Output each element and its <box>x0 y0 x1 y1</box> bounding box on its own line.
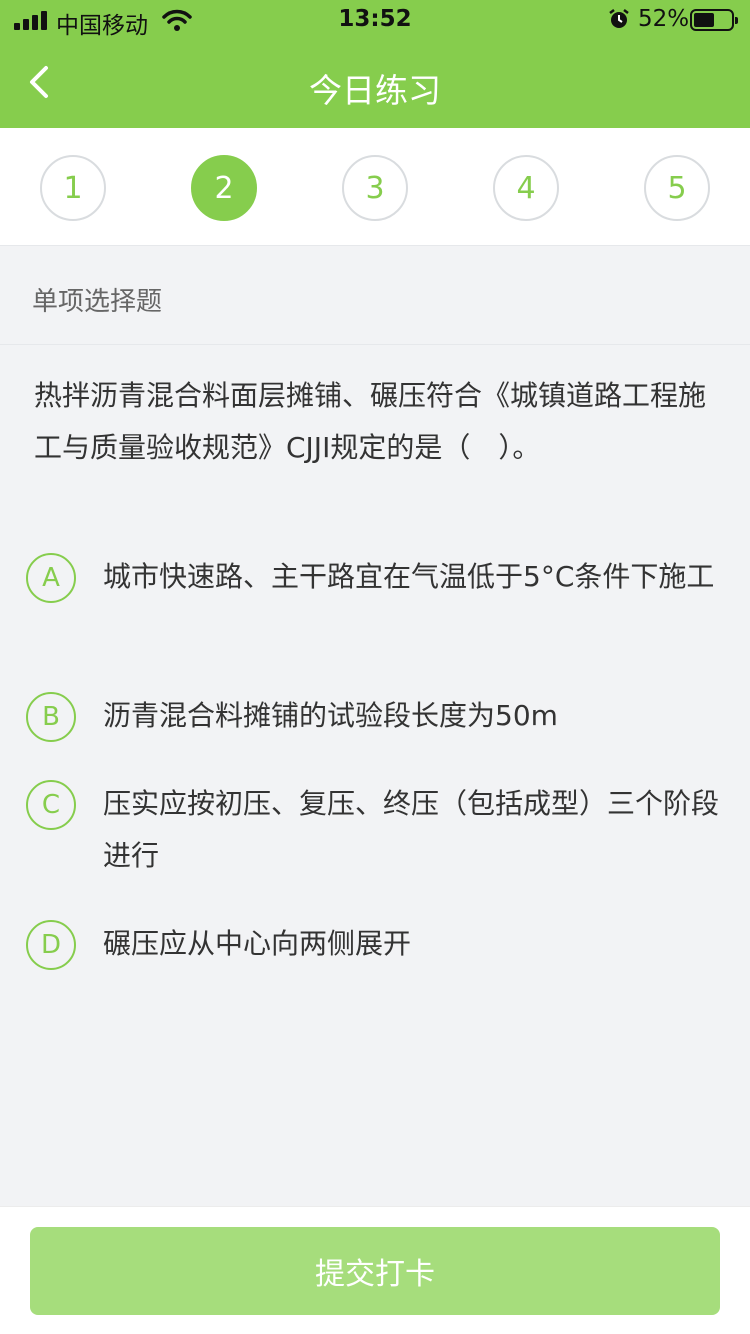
option-a-text: 城市快速路、主干路宜在气温低于5°C条件下施工 <box>103 560 715 593</box>
question-type-label: 单项选择题 <box>0 247 750 345</box>
option-b[interactable]: B 沥青混合料摊铺的试验段长度为50m <box>0 690 750 750</box>
footer-bar: 提交打卡 <box>0 1206 750 1334</box>
option-a-letter-icon: A <box>26 553 76 603</box>
question-text: 热拌沥青混合料面层摊铺、碾压符合《城镇道路工程施工与质量验收规范》CJJI规定的… <box>34 379 707 464</box>
step-2-button[interactable]: 2 <box>191 155 257 221</box>
battery-percent: 52% <box>638 6 690 32</box>
step-4-button[interactable]: 4 <box>493 155 559 221</box>
app-header: 中国移动 13:52 52% 今日练习 <box>0 0 750 128</box>
option-d[interactable]: D 碾压应从中心向两侧展开 <box>0 918 750 978</box>
alarm-clock-icon <box>609 9 629 28</box>
question-stepper: 1 2 3 4 5 <box>0 128 750 246</box>
submit-checkin-button[interactable]: 提交打卡 <box>30 1227 720 1315</box>
option-b-text: 沥青混合料摊铺的试验段长度为50m <box>103 699 558 732</box>
status-bar: 中国移动 13:52 52% <box>0 0 750 40</box>
option-b-letter-icon: B <box>26 692 76 742</box>
step-1-button[interactable]: 1 <box>40 155 106 221</box>
option-c[interactable]: C 压实应按初压、复压、终压（包括成型）三个阶段进行 <box>0 778 750 888</box>
option-d-text: 碾压应从中心向两侧展开 <box>103 927 412 960</box>
option-c-text: 压实应按初压、复压、终压（包括成型）三个阶段进行 <box>103 787 720 872</box>
step-5-button[interactable]: 5 <box>644 155 710 221</box>
step-3-button[interactable]: 3 <box>342 155 408 221</box>
option-a[interactable]: A 城市快速路、主干路宜在气温低于5°C条件下施工 <box>0 551 750 661</box>
option-c-letter-icon: C <box>26 780 76 830</box>
option-d-letter-icon: D <box>26 920 76 970</box>
page-title: 今日练习 <box>309 71 441 110</box>
battery-icon <box>690 9 738 31</box>
